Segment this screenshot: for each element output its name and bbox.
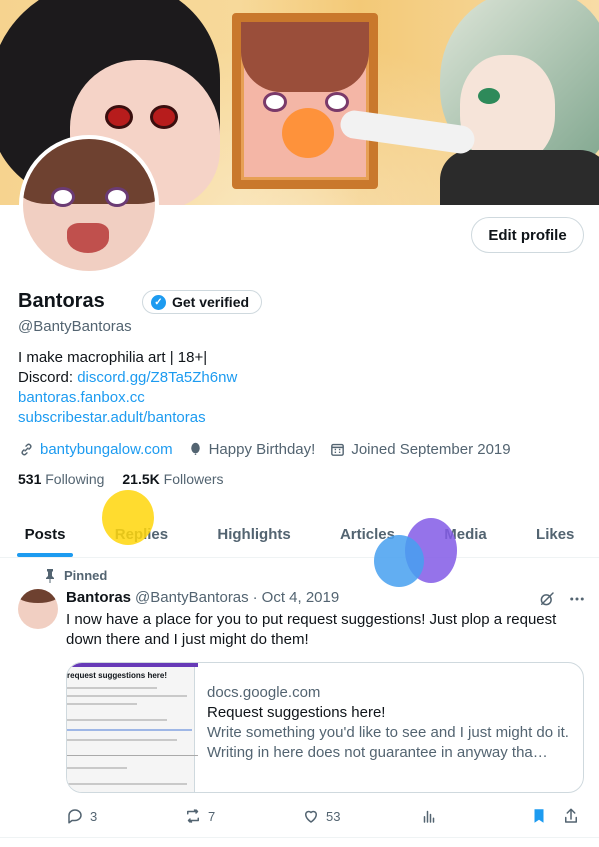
discord-prefix: Discord: [18, 369, 78, 386]
avatar-eye [51, 187, 75, 207]
tweet-header: Bantoras @BantyBantoras · Oct 4, 2019 [66, 589, 339, 606]
calendar-icon [331, 443, 345, 456]
bio-discord-line: Discord: discord.gg/Z8Ta5Zh6nw [18, 368, 237, 388]
repost-icon [187, 809, 199, 823]
more-options-icon[interactable] [568, 590, 586, 608]
discord-link[interactable]: discord.gg/Z8Ta5Zh6nw [77, 369, 237, 386]
get-verified-button[interactable]: ✓ Get verified [142, 290, 263, 314]
share-button[interactable] [562, 807, 582, 825]
profile-handle: @BantyBantoras [18, 318, 132, 335]
joined-text: Joined September 2019 [351, 440, 511, 458]
tweet-avatar[interactable] [18, 589, 58, 629]
like-button[interactable]: 53 [302, 807, 420, 825]
pinned-label: Pinned [64, 568, 108, 583]
profile-display-name: Bantoras [18, 290, 105, 312]
followers-count: 21.5K [122, 471, 160, 487]
card-body: docs.google.com Request suggestions here… [195, 663, 583, 792]
card-thumbnail: request suggestions here! [67, 663, 198, 792]
repost-button[interactable]: 7 [184, 807, 302, 825]
reply-count: 3 [90, 808, 98, 824]
thumbnail-line [67, 703, 137, 705]
banner-character-left-eye [150, 105, 178, 129]
bio-line: I make macrophilia art | 18+| [18, 349, 208, 366]
card-description: Write something you'd like to see and I … [207, 724, 569, 761]
frame-portrait-eye [325, 92, 349, 112]
reply-icon [68, 809, 82, 824]
tab-highlights[interactable]: Highlights [193, 512, 316, 557]
tweet-divider [0, 837, 599, 838]
website-link[interactable]: bantybungalow.com [40, 441, 173, 458]
avatar-hair [23, 139, 155, 204]
thumbnail-line [67, 687, 157, 689]
get-verified-label: Get verified [172, 294, 250, 310]
verified-badge-icon: ✓ [151, 294, 166, 310]
following-count: 531 [18, 471, 42, 487]
tweet-handle[interactable]: @BantyBantoras [135, 589, 249, 606]
thumbnail-line [67, 739, 177, 741]
tweet-text: I now have a place for you to put reques… [66, 611, 557, 648]
tweet-author[interactable]: Bantoras [66, 589, 131, 606]
birthday-text: Happy Birthday! [208, 440, 316, 458]
balloon-icon [190, 442, 200, 455]
grok-icon[interactable] [538, 590, 556, 608]
follow-stats: 531 Following 21.5K Followers [18, 471, 224, 487]
tweet-header-icons [538, 590, 586, 608]
edit-profile-button[interactable]: Edit profile [471, 217, 584, 253]
following-label: Following [45, 471, 105, 487]
link-icon [21, 443, 32, 455]
website-item[interactable]: bantybungalow.com [18, 441, 173, 458]
profile-tabs: Posts Replies Highlights Articles Media … [0, 512, 599, 558]
tweet-date[interactable]: Oct 4, 2019 [262, 589, 340, 606]
orange-balloon [282, 108, 334, 158]
avatar-eye [105, 187, 129, 207]
avatar-mouth [67, 223, 109, 253]
analytics-icon [423, 810, 435, 823]
thumbnail-line [67, 783, 187, 785]
followers-label: Followers [163, 471, 224, 487]
thumbnail-title: request suggestions here! [67, 671, 168, 680]
thumbnail-line [67, 755, 198, 756]
banner-picture-frame [232, 13, 378, 189]
thumbnail-line [67, 767, 127, 769]
tweet-avatar-hair [18, 589, 58, 603]
profile-avatar[interactable] [19, 135, 159, 275]
tab-likes[interactable]: Likes [511, 512, 599, 557]
following-link[interactable]: 531 Following [18, 471, 104, 487]
views-button[interactable] [420, 807, 530, 825]
profile-meta: bantybungalow.com Happy Birthday! Joined… [18, 439, 511, 459]
reply-button[interactable]: 3 [66, 807, 184, 825]
birthday-item: Happy Birthday! [187, 440, 316, 458]
frame-portrait-hair [241, 22, 369, 92]
like-count: 53 [326, 808, 341, 824]
banner-character-left-eye [105, 105, 133, 129]
frame-portrait-eye [263, 92, 287, 112]
subscribestar-link[interactable]: subscribestar.adult/bantoras [18, 408, 237, 428]
card-title: Request suggestions here! [207, 704, 386, 721]
blue-balloon-decoration [374, 535, 424, 587]
card-domain: docs.google.com [207, 684, 321, 701]
profile-bio: I make macrophilia art | 18+| Discord: d… [18, 348, 237, 428]
tweet-actions: 3 7 53 [66, 806, 586, 826]
bookmark-icon [534, 809, 544, 823]
pinned-indicator: Pinned [44, 568, 107, 583]
followers-link[interactable]: 21.5K Followers [122, 471, 223, 487]
fanbox-link[interactable]: bantoras.fanbox.cc [18, 388, 237, 408]
tab-posts[interactable]: Posts [0, 512, 90, 557]
thumbnail-line [67, 729, 192, 731]
pin-icon [46, 568, 54, 583]
bookmark-button[interactable] [530, 807, 562, 825]
banner-character-right-body [440, 150, 599, 205]
banner-character-right-face [460, 55, 555, 165]
yellow-balloon-decoration [102, 490, 154, 545]
share-icon [565, 808, 577, 823]
link-preview-card[interactable]: request suggestions here! docs.google.co… [66, 662, 584, 793]
joined-item: Joined September 2019 [329, 440, 511, 458]
thumbnail-line [67, 719, 167, 721]
banner-character-right-eye [478, 88, 500, 104]
thumbnail-line [67, 695, 187, 697]
heart-icon [305, 810, 317, 823]
tweet-separator: · [252, 589, 258, 606]
repost-count: 7 [208, 808, 216, 824]
thumbnail-accent-bar [67, 663, 198, 667]
